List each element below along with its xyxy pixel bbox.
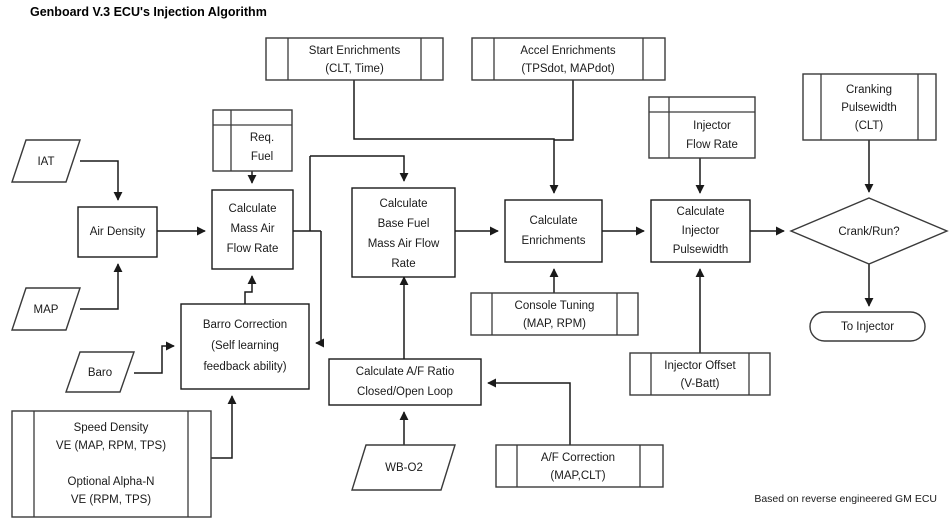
- to-injector-label: To Injector: [841, 321, 894, 333]
- connector-map-to-air-density: [80, 263, 123, 310]
- speed-density-line3: Optional Alpha-N: [68, 476, 155, 488]
- calc-base-fuel-line1: Calculate: [380, 198, 428, 210]
- node-calculate-af-ratio[interactable]: Calculate A/F Ratio Closed/Open Loop: [328, 358, 482, 406]
- calc-injector-pw-line2: Injector: [682, 225, 720, 237]
- injector-flow-rate-line1: Injector: [693, 120, 731, 132]
- node-cranking-pulsewidth[interactable]: Cranking Pulsewidth (CLT): [802, 73, 937, 141]
- calc-base-fuel-line3: Mass Air Flow: [368, 238, 440, 250]
- connector-barro-left-feedback: [315, 231, 325, 348]
- injector-flow-rate-line2: Flow Rate: [686, 139, 738, 151]
- node-calculate-enrichments[interactable]: Calculate Enrichments: [504, 199, 603, 263]
- injection-algorithm-diagram: Genboard V.3 ECU's Injection Algorithm I…: [11, 5, 949, 518]
- node-baro[interactable]: Baro: [65, 351, 135, 393]
- speed-density-line1: Speed Density: [74, 422, 149, 434]
- calc-mass-air-line1: Calculate: [229, 203, 277, 215]
- node-crank-run-decision[interactable]: Crank/Run?: [789, 197, 949, 265]
- connector-accel-enrichments-elbow: [554, 80, 574, 141]
- footer-note: Based on reverse engineered GM ECU: [754, 493, 937, 505]
- connector-iat-to-air-density: [80, 160, 123, 201]
- calc-base-fuel-line4: Rate: [391, 258, 415, 270]
- node-calculate-base-fuel-mass-air-flow-rate[interactable]: Calculate Base Fuel Mass Air Flow Rate: [351, 187, 456, 278]
- req-fuel-line2: Fuel: [251, 151, 273, 163]
- console-tuning-line1: Console Tuning: [515, 300, 595, 312]
- node-accel-enrichments[interactable]: Accel Enrichments (TPSdot, MAPdot): [471, 37, 666, 81]
- cranking-pulsewidth-line3: (CLT): [855, 120, 884, 132]
- node-barro-correction[interactable]: Barro Correction (Self learning feedback…: [180, 303, 310, 390]
- node-iat[interactable]: IAT: [11, 139, 81, 183]
- calc-mass-air-line2: Mass Air: [230, 223, 274, 235]
- node-af-correction[interactable]: A/F Correction (MAP,CLT): [495, 444, 664, 488]
- calculate-enrichments-box: [504, 199, 603, 263]
- accel-enrichments-line2: (TPSdot, MAPdot): [521, 63, 614, 75]
- node-speed-density[interactable]: Speed Density VE (MAP, RPM, TPS) Optiona…: [11, 410, 212, 518]
- barro-correction-line2: (Self learning: [211, 340, 279, 352]
- node-injector-flow-rate[interactable]: Injector Flow Rate: [648, 96, 756, 159]
- page-title: Genboard V.3 ECU's Injection Algorithm: [30, 5, 267, 19]
- calc-af-ratio-line1: Calculate A/F Ratio: [356, 366, 454, 378]
- connector-speed-density-to-barro: [211, 395, 237, 459]
- speed-density-line2: VE (MAP, RPM, TPS): [56, 440, 166, 452]
- air-density-label: Air Density: [90, 226, 146, 238]
- crank-run-label: Crank/Run?: [838, 226, 899, 238]
- node-req-fuel[interactable]: Req. Fuel: [212, 109, 293, 172]
- barro-correction-line3: feedback ability): [203, 361, 286, 373]
- start-enrichments-line2: (CLT, Time): [325, 63, 384, 75]
- injector-offset-line1: Injector Offset: [664, 360, 736, 372]
- node-injector-offset[interactable]: Injector Offset (V-Batt): [629, 352, 771, 396]
- node-console-tuning[interactable]: Console Tuning (MAP, RPM): [470, 292, 639, 336]
- cranking-pulsewidth-line2: Pulsewidth: [841, 102, 897, 114]
- connector-start-enrichments-to-enrichments: [353, 80, 559, 194]
- connector-baro-to-barro-correction: [134, 341, 175, 374]
- injector-offset-line2: (V-Batt): [681, 378, 720, 390]
- calc-injector-pw-line1: Calculate: [677, 206, 725, 218]
- console-tuning-line2: (MAP, RPM): [523, 318, 586, 330]
- node-calculate-injector-pulsewidth[interactable]: Calculate Injector Pulsewidth: [650, 199, 751, 263]
- node-air-density[interactable]: Air Density: [77, 206, 158, 258]
- node-map[interactable]: MAP: [11, 287, 81, 331]
- calc-enrichments-line1: Calculate: [530, 215, 578, 227]
- calc-injector-pw-line3: Pulsewidth: [673, 244, 729, 256]
- calc-af-ratio-line2: Closed/Open Loop: [357, 386, 453, 398]
- calc-mass-air-line3: Flow Rate: [227, 243, 279, 255]
- calc-enrichments-line2: Enrichments: [522, 235, 586, 247]
- speed-density-line4: VE (RPM, TPS): [71, 494, 151, 506]
- req-fuel-line1: Req.: [250, 132, 274, 144]
- node-start-enrichments[interactable]: Start Enrichments (CLT, Time): [265, 37, 444, 81]
- start-enrichments-line1: Start Enrichments: [309, 45, 401, 57]
- wb-o2-label: WB-O2: [385, 462, 423, 474]
- map-label: MAP: [34, 304, 59, 316]
- node-calculate-mass-air-flow-rate[interactable]: Calculate Mass Air Flow Rate: [211, 189, 294, 270]
- af-correction-line2: (MAP,CLT): [550, 470, 605, 482]
- node-wb-o2[interactable]: WB-O2: [351, 444, 456, 491]
- node-to-injector[interactable]: To Injector: [809, 311, 926, 342]
- iat-label: IAT: [37, 156, 54, 168]
- connector-mass-air-to-base-fuel: [310, 155, 409, 182]
- baro-label: Baro: [88, 367, 112, 379]
- cranking-pulsewidth-line1: Cranking: [846, 84, 892, 96]
- calc-base-fuel-line2: Base Fuel: [378, 218, 430, 230]
- accel-enrichments-line1: Accel Enrichments: [520, 45, 615, 57]
- connector-af-correction-to-af-ratio: [487, 378, 571, 445]
- barro-correction-line1: Barro Correction: [203, 319, 287, 331]
- flowchart-canvas: Genboard V.3 ECU's Injection Algorithm I…: [0, 0, 951, 529]
- af-correction-line1: A/F Correction: [541, 452, 615, 464]
